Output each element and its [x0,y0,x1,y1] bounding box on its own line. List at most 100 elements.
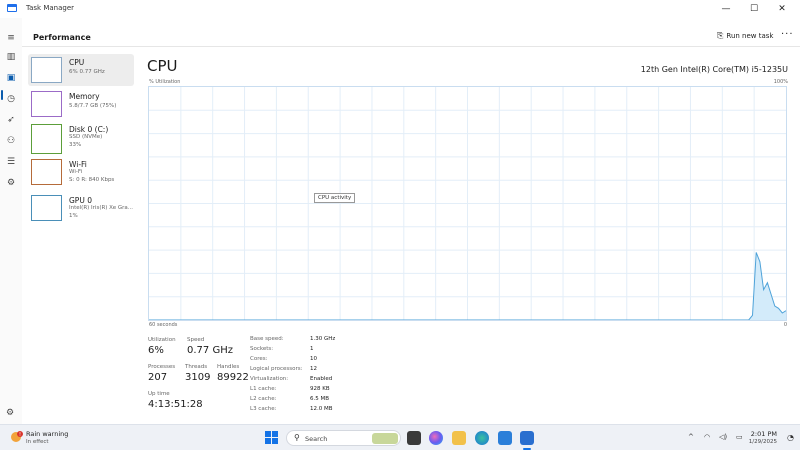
utilization-value: 6% [148,345,164,356]
nav-rail: ≡ ▥ ▣ ◷ ➶ ⚇ ☰ ⚙ [0,18,22,424]
device-name: CPU [69,58,85,67]
cpu-utilization-graph [148,86,787,321]
logical-processors-label: Logical processors: [250,366,303,372]
l1-cache-value: 928 KB [310,386,330,392]
clock-time[interactable]: 2:01 PM [751,430,777,438]
processes-icon[interactable]: ▥ [5,51,17,63]
utilization-axis-label: % Utilization [149,79,181,85]
device-item-disk[interactable]: Disk 0 (C:) SSD (NVMe) 33% [28,121,134,154]
device-item-wifi[interactable]: Wi-Fi Wi-Fi S: 0 R: 840 Kbps [28,156,134,188]
header-divider [22,46,800,47]
device-detail: Intel(R) Iris(R) Xe Gra... [69,205,133,211]
threads-label: Threads [185,364,208,370]
window-title: Task Manager [26,4,75,12]
speed-label: Speed [187,337,205,343]
device-detail: Wi-Fi [69,169,83,175]
weather-title[interactable]: Rain warning [26,430,68,438]
wifi-thumbnail [31,159,62,185]
processes-label: Processes [148,364,176,370]
search-icon: ⚲ [294,433,300,442]
search-highlight-image [372,433,398,444]
sockets-label: Sockets: [250,346,274,352]
minimize-button[interactable]: — [712,2,740,16]
store-icon[interactable] [498,431,512,445]
settings-icon[interactable]: ⚙ [6,408,14,418]
task-view-icon[interactable] [407,431,421,445]
device-detail-2: S: 0 R: 840 Kbps [69,177,115,183]
cpu-heading: CPU [147,57,178,75]
virtualization-label: Virtualization: [250,376,289,382]
l2-cache-value: 6.5 MB [310,396,330,402]
l3-cache-value: 12.0 MB [310,406,333,412]
graph-time-span: 60 seconds [149,322,178,328]
device-detail: 6% 0.77 GHz [69,69,105,75]
run-new-task-label: Run new task [726,32,774,40]
device-name: Memory [69,92,100,101]
l3-cache-label: L3 cache: [250,406,277,412]
services-icon[interactable]: ⚙ [5,177,17,189]
virtualization-value: Enabled [310,376,333,382]
handles-label: Handles [217,364,240,370]
battery-icon[interactable]: ▭ [736,433,743,441]
maximize-button[interactable]: ☐ [740,2,768,16]
device-item-cpu[interactable]: CPU 6% 0.77 GHz [28,54,134,86]
task-manager-taskbar-icon[interactable] [520,431,534,445]
users-icon[interactable]: ⚇ [5,135,17,147]
cpu-thumbnail [31,57,62,83]
clock-date[interactable]: 1/29/2025 [749,439,777,445]
device-detail-2: 1% [69,213,78,219]
memory-thumbnail [31,91,62,117]
device-item-gpu[interactable]: GPU 0 Intel(R) Iris(R) Xe Gra... 1% [28,192,134,224]
file-explorer-icon[interactable] [452,431,466,445]
run-task-icon: ⎘ [717,31,724,40]
weather-warning-icon[interactable]: ! [10,430,24,444]
title-bar: Task Manager — ☐ ✕ [0,0,800,18]
processes-value: 207 [148,372,168,383]
cpu-graph-svg [149,87,786,320]
cores-value: 10 [310,356,317,362]
cpu-activity-tooltip: CPU activity [314,193,356,203]
app-history-icon[interactable]: ◷ [5,93,17,105]
utilization-max-label: 100% [773,79,788,85]
base-speed-value: 1.30 GHz [310,336,336,342]
edge-browser-icon[interactable] [475,431,489,445]
search-label: Search [305,435,328,443]
performance-icon[interactable]: ▣ [5,72,17,84]
details-icon[interactable]: ☰ [5,156,17,168]
base-speed-label: Base speed: [250,336,284,342]
close-button[interactable]: ✕ [768,2,796,16]
threads-value: 3109 [185,372,211,383]
svg-text:!: ! [19,432,21,438]
device-detail: 5.8/7.7 GB (75%) [69,103,117,109]
device-name: Wi-Fi [69,160,87,169]
startup-apps-icon[interactable]: ➶ [5,114,17,126]
disk-thumbnail [31,124,62,154]
device-item-memory[interactable]: Memory 5.8/7.7 GB (75%) [28,88,134,120]
device-detail: SSD (NVMe) [69,134,103,140]
page-title: Performance [33,33,91,42]
taskbar-search[interactable]: ⚲ Search [286,430,401,446]
uptime-value: 4:13:51:28 [148,399,203,410]
tray-overflow-chevron[interactable]: ^ [688,433,694,441]
graph-min-label: 0 [783,322,787,328]
device-name: GPU 0 [69,196,92,205]
volume-icon[interactable]: ◁) [719,433,727,441]
device-name: Disk 0 (C:) [69,125,109,134]
uptime-label: Up time [148,391,170,397]
taskbar: ! Rain warning In effect ⚲ Search ^ ◠ ◁)… [0,424,800,450]
start-button[interactable] [265,431,278,444]
active-indicator [1,90,3,100]
wifi-icon[interactable]: ◠ [704,433,710,441]
weather-subtitle: In effect [26,439,49,445]
logical-processors-value: 12 [310,366,317,372]
run-new-task-button[interactable]: ⎘ Run new task [717,31,773,41]
menu-icon[interactable]: ≡ [5,32,17,44]
copilot-icon[interactable] [429,431,443,445]
speed-value: 0.77 GHz [187,345,233,356]
notification-bell-icon[interactable]: ◔ [787,433,794,442]
more-options-button[interactable]: ··· [781,29,794,40]
l1-cache-label: L1 cache: [250,386,277,392]
l2-cache-label: L2 cache: [250,396,277,402]
sockets-value: 1 [310,346,314,352]
device-detail-2: 33% [69,142,82,148]
